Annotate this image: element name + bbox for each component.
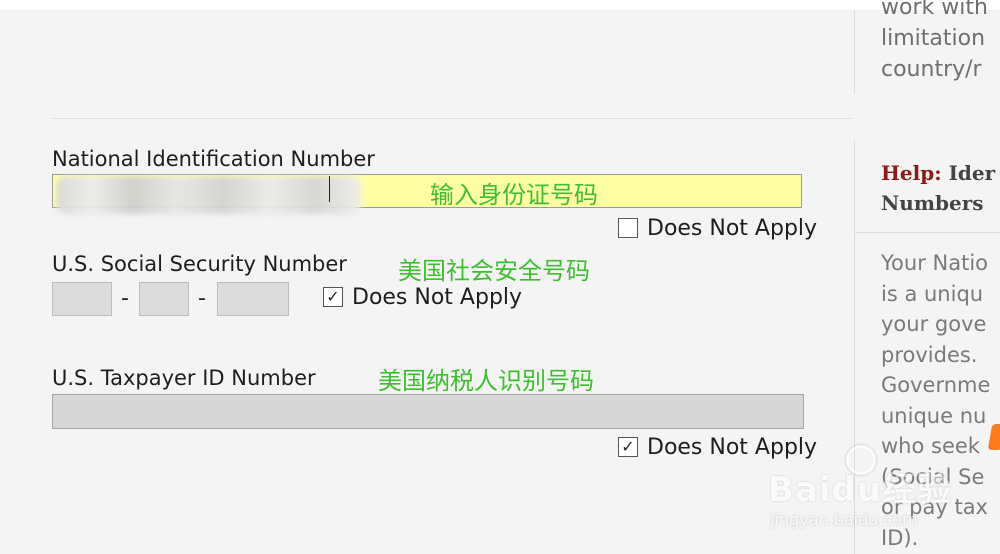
help-title-text: Numbers: [881, 191, 984, 215]
ssn-part2-input[interactable]: [139, 282, 189, 316]
help-prev-line: work with: [881, 0, 988, 20]
taxpayer-id-input[interactable]: [52, 394, 804, 429]
top-strip: [0, 0, 1000, 10]
help-body-line: Governme: [881, 373, 991, 397]
help-previous-text: work with limitation country/r: [881, 0, 1000, 85]
national-id-does-not-apply-label: Does Not Apply: [647, 216, 818, 241]
national-id-annotation: 输入身份证号码: [430, 181, 598, 209]
watermark-url: jingyan.baidu.com: [770, 510, 918, 529]
section-divider: [52, 118, 852, 119]
ssn-does-not-apply-label: Does Not Apply: [352, 285, 523, 310]
ssn-label: U.S. Social Security Number: [52, 252, 347, 276]
ssn-does-not-apply-checkbox[interactable]: ✓: [323, 287, 343, 307]
redacted-value: [56, 176, 361, 214]
help-body-line: unique nu: [881, 403, 987, 428]
taxpayer-id-does-not-apply-label: Does Not Apply: [647, 435, 818, 460]
national-id-label: National Identification Number: [52, 147, 375, 171]
help-panel-divider: [854, 10, 855, 94]
taxpayer-id-does-not-apply-checkbox[interactable]: ✓: [618, 437, 638, 457]
taxpayer-id-annotation: 美国纳税人识别号码: [378, 367, 594, 395]
help-body-line: is a uniqu: [881, 281, 984, 306]
ssn-separator: -: [121, 286, 129, 311]
ssn-separator: -: [198, 286, 206, 311]
check-icon: ✓: [326, 287, 340, 306]
ssn-annotation: 美国社会安全号码: [398, 257, 590, 285]
help-prev-line: limitation: [881, 26, 986, 51]
national-id-does-not-apply-checkbox[interactable]: [618, 218, 638, 238]
text-caret: [329, 176, 330, 202]
ssn-part3-input[interactable]: [217, 282, 289, 316]
taxpayer-id-label: U.S. Taxpayer ID Number: [52, 366, 316, 390]
watermark-brand: Baidu经验: [768, 470, 953, 510]
help-body-line: Your Natio: [881, 251, 988, 275]
help-title-text: Ider: [948, 161, 996, 185]
help-prev-line: country/r: [881, 57, 982, 82]
ssn-part1-input[interactable]: [52, 282, 112, 316]
help-title: Help: Ider Numbers: [881, 158, 1000, 218]
help-body-line: your gove: [881, 312, 987, 336]
help-separator: [855, 232, 1000, 233]
help-body-line: provides.: [881, 342, 978, 367]
check-icon: ✓: [621, 437, 635, 456]
help-title-prefix: Help:: [881, 161, 942, 185]
help-body-line: who seek: [881, 434, 980, 458]
